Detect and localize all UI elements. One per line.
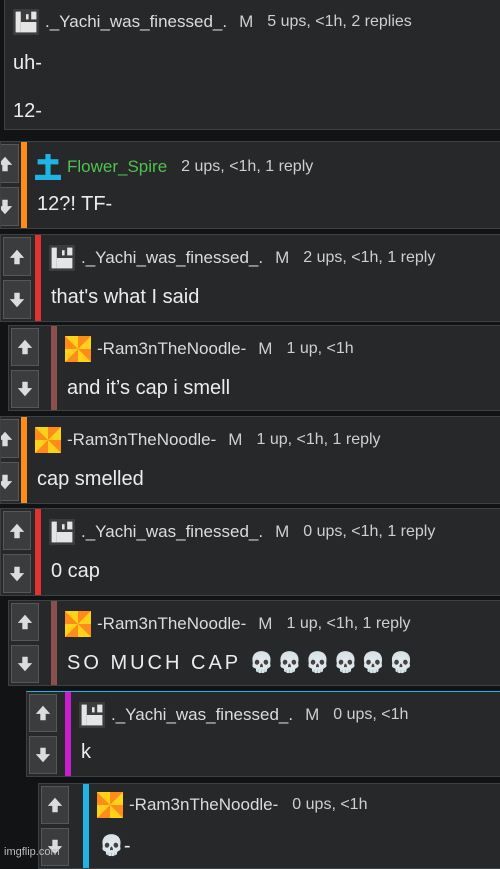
comment-username[interactable]: ._Yachi_was_finessed_. [45,12,227,32]
arrow-down-icon [9,566,25,581]
comment-username[interactable]: ._Yachi_was_finessed_. [111,705,293,725]
downvote-button[interactable] [3,554,31,593]
pinwheel-avatar-icon [97,792,123,818]
thread-bar [83,784,89,868]
thread-bar [51,326,57,410]
comment-7: ._Yachi_was_finessed_. M 0 ups, <1h k [26,691,500,777]
upvote-button[interactable] [11,328,39,366]
comment-body: that's what I said [51,286,200,308]
comment-8: -Ram3nTheNoodle- 0 ups, <1h 💀- [38,783,500,869]
pinwheel-avatar-icon [65,611,91,637]
comment-meta: 1 up, <1h, 1 reply [286,615,411,632]
comment-meta: 0 ups, <1h, 1 reply [303,523,436,540]
upvote-button[interactable] [11,603,39,641]
downvote-button[interactable] [1,462,19,501]
downvote-button[interactable] [11,370,39,408]
upvote-button[interactable] [1,144,19,183]
upvote-button[interactable] [3,511,31,550]
mod-badge: M [275,248,290,267]
pinwheel-avatar-icon [35,427,61,453]
upvote-button[interactable] [29,694,57,732]
arrow-up-icon [9,523,25,538]
comment-0: ._Yachi_was_finessed_. M 5 ups, <1h, 2 r… [4,0,500,130]
thread-bar [21,142,27,228]
pinwheel-avatar-icon [65,336,91,362]
comment-body: 0 cap [51,560,100,582]
comment-6: -Ram3nTheNoodle- M 1 up, <1h, 1 reply SO… [8,600,500,686]
thread-bar [51,601,57,685]
comment-username[interactable]: ._Yachi_was_finessed_. [81,522,263,542]
comment-body: and it’s cap i smell [67,377,231,399]
watermark: imgflip.com [4,846,60,858]
comment-body: k [81,741,91,763]
vote-buttons [3,511,31,593]
pixel-castle-avatar-icon [49,245,75,271]
mod-badge: M [305,705,320,724]
vote-buttons [1,144,19,226]
comment-body: cap smelled [37,468,144,490]
comment-meta: 2 ups, <1h, 1 reply [181,158,314,175]
arrow-down-icon [9,292,25,307]
arrow-up-icon [35,705,51,721]
blue-cross-avatar-icon [35,154,61,180]
vote-buttons [29,694,57,774]
thread-bar [21,417,27,503]
arrow-up-icon [1,156,13,171]
arrow-up-icon [47,797,63,813]
upvote-button[interactable] [3,237,31,276]
comment-username[interactable]: -Ram3nTheNoodle- [67,430,216,450]
pixel-castle-avatar-icon [13,9,39,35]
pixel-castle-avatar-icon [79,702,105,728]
vote-buttons [11,603,39,683]
comment-meta: 0 ups, <1h [333,706,409,723]
arrow-down-icon [1,474,13,489]
comment-username[interactable]: ._Yachi_was_finessed_. [81,248,263,268]
arrow-up-icon [17,614,33,630]
thread-bar [65,692,71,776]
comment-meta: 1 up, <1h [286,340,354,357]
comment-username[interactable]: -Ram3nTheNoodle- [129,795,278,815]
mod-badge: M [275,522,290,541]
vote-buttons [3,237,31,319]
mod-badge: M [239,12,254,31]
comment-username[interactable]: Flower_Spire [67,157,167,177]
comment-1: Flower_Spire 2 ups, <1h, 1 reply 12?! TF… [0,141,500,229]
comment-meta: 0 ups, <1h [292,796,368,813]
upvote-button[interactable] [1,419,19,458]
mod-badge: M [228,430,243,449]
comment-4: -Ram3nTheNoodle- M 1 up, <1h, 1 reply ca… [0,416,500,504]
thread-bar [35,509,41,595]
downvote-button[interactable] [1,187,19,226]
comment-3: -Ram3nTheNoodle- M 1 up, <1h and it’s ca… [8,325,500,411]
comment-body: 💀- [99,835,131,857]
comment-body: SO MUCH CAP 💀💀💀💀💀💀 [67,652,417,674]
comment-meta: 2 ups, <1h, 1 reply [303,249,436,266]
arrow-down-icon [17,381,33,397]
comment-meta: 1 up, <1h, 1 reply [256,431,381,448]
arrow-up-icon [1,431,13,446]
mod-badge: M [258,339,273,358]
arrow-up-icon [17,339,33,355]
downvote-button[interactable] [29,736,57,774]
downvote-button[interactable] [3,280,31,319]
upvote-button[interactable] [41,786,69,824]
arrow-down-icon [1,199,13,214]
comment-username[interactable]: -Ram3nTheNoodle- [97,339,246,359]
arrow-up-icon [9,249,25,264]
mod-badge: M [258,614,273,633]
comment-body: uh- 12- [13,52,42,122]
vote-buttons [11,328,39,408]
vote-buttons [1,419,19,501]
comment-username[interactable]: -Ram3nTheNoodle- [97,614,246,634]
arrow-down-icon [35,747,51,763]
comment-2: ._Yachi_was_finessed_. M 2 ups, <1h, 1 r… [0,234,500,322]
arrow-down-icon [17,656,33,672]
comment-meta: 5 ups, <1h, 2 replies [267,13,412,30]
pixel-castle-avatar-icon [49,519,75,545]
comment-body: 12?! TF- [37,193,113,215]
thread-bar [35,235,41,321]
comment-5: ._Yachi_was_finessed_. M 0 ups, <1h, 1 r… [0,508,500,596]
downvote-button[interactable] [11,645,39,683]
